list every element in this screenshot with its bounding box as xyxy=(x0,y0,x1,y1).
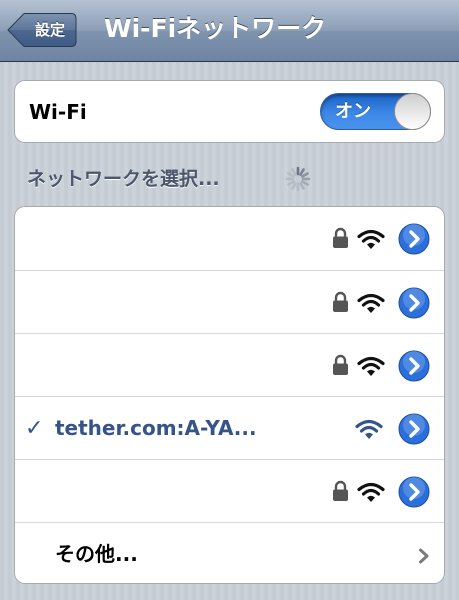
lock-icon xyxy=(333,227,348,248)
lock-icon xyxy=(333,354,348,375)
back-button-label: 設定 xyxy=(34,21,65,39)
wifi-icon xyxy=(357,229,385,249)
disclosure-icon[interactable] xyxy=(398,350,430,382)
disclosure-icon[interactable] xyxy=(398,223,430,255)
network-row[interactable] xyxy=(15,333,444,396)
chevron-right-icon xyxy=(419,548,429,564)
network-row[interactable] xyxy=(15,270,444,333)
spinner-icon xyxy=(285,166,311,192)
other-network-row[interactable]: その他... xyxy=(15,522,444,583)
lock-icon xyxy=(333,480,348,501)
wifi-icon xyxy=(357,293,385,313)
network-row[interactable] xyxy=(15,207,444,270)
wifi-icon xyxy=(355,419,383,439)
checkmark-icon: ✓ xyxy=(25,416,44,441)
wifi-toggle-group: Wi-Fi オン xyxy=(14,80,445,143)
network-name: tether.com:A-YA... xyxy=(55,416,257,440)
navigation-bar: 設定 Wi-Fiネットワーク xyxy=(0,0,459,62)
disclosure-icon[interactable] xyxy=(398,413,430,445)
network-row[interactable] xyxy=(15,459,444,522)
wifi-row: Wi-Fi オン xyxy=(15,81,444,142)
page-title: Wi-Fiネットワーク xyxy=(104,14,327,43)
lock-icon xyxy=(333,291,348,312)
toggle-on-label: オン xyxy=(335,101,371,122)
wifi-label: Wi-Fi xyxy=(29,100,87,124)
other-network-label: その他... xyxy=(55,542,138,566)
network-list: ✓ tether.com:A-YA... その他... xyxy=(14,206,445,584)
wifi-icon xyxy=(357,482,385,502)
wifi-toggle-switch[interactable]: オン xyxy=(320,93,431,130)
section-header: ネットワークを選択... xyxy=(27,168,220,190)
network-row-connected[interactable]: ✓ tether.com:A-YA... xyxy=(15,396,444,459)
toggle-knob xyxy=(394,93,431,130)
back-button[interactable]: 設定 xyxy=(7,12,77,48)
wifi-icon xyxy=(357,356,385,376)
disclosure-icon[interactable] xyxy=(398,287,430,319)
disclosure-icon[interactable] xyxy=(398,476,430,508)
